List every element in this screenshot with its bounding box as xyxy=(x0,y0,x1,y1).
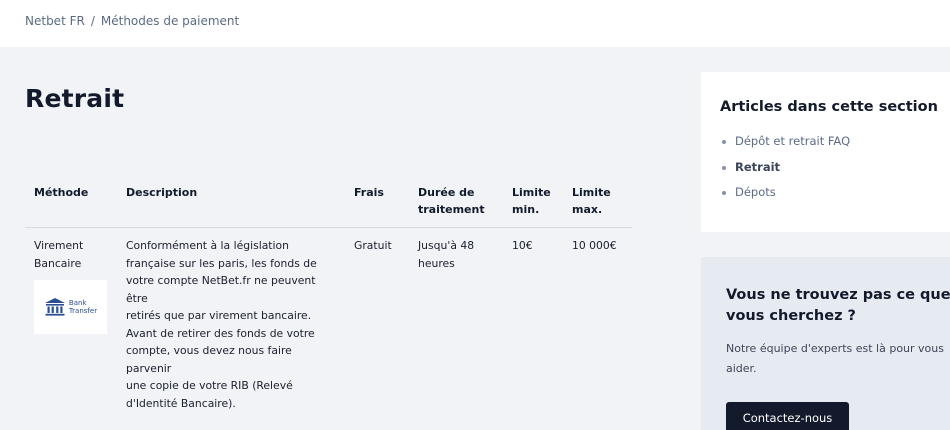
sidebar-item-depot-retrait-faq[interactable]: Dépôt et retrait FAQ xyxy=(722,134,850,160)
bank-icon xyxy=(44,298,65,316)
page-title: Retrait xyxy=(25,84,125,113)
bullet-icon xyxy=(722,191,726,195)
column-header-duration: Durée de traitement xyxy=(409,176,503,228)
cell-description: Conformément à la législation française … xyxy=(126,239,317,410)
bullet-icon xyxy=(722,140,726,144)
cell-min-limit: 10€ xyxy=(512,239,533,252)
section-articles-title: Articles dans cette section xyxy=(720,99,938,115)
cell-method: Virement Bancaire Bank Transfer xyxy=(25,228,117,422)
help-text: Notre équipe d'experts est là pour vous a… xyxy=(726,342,944,375)
bullet-icon xyxy=(722,165,726,170)
section-articles-list: Dépôt et retrait FAQ Retrait Dépots xyxy=(722,134,850,211)
cell-max-limit: 10 000€ xyxy=(572,239,617,252)
column-header-max-limit: Limite max. xyxy=(563,176,632,228)
column-header-min-limit: Limite min. xyxy=(503,176,563,228)
sidebar-item-label: Retrait xyxy=(735,159,781,174)
contact-us-button[interactable]: Contactez-nous xyxy=(726,402,849,430)
breadcrumb-current-link[interactable]: Méthodes de paiement xyxy=(101,14,239,28)
bank-transfer-logo: Bank Transfer xyxy=(34,280,107,334)
sidebar-item-depots[interactable]: Dépots xyxy=(722,185,850,211)
breadcrumb: Netbet FR / Méthodes de paiement xyxy=(25,14,239,28)
help-title: Vous ne trouvez pas ce que vous cherchez … xyxy=(726,287,950,324)
help-panel: Vous ne trouvez pas ce que vous cherchez … xyxy=(701,257,950,430)
column-header-description: Description xyxy=(117,176,345,228)
sidebar-item-retrait[interactable]: Retrait xyxy=(722,160,850,186)
payment-methods-table: Méthode Description Frais Durée de traite… xyxy=(25,176,632,421)
cell-fees: Gratuit xyxy=(354,239,392,252)
cell-duration: Jusqu'à 48 heures xyxy=(418,239,475,270)
table-header-row: Méthode Description Frais Durée de traite… xyxy=(25,176,632,228)
column-header-method: Méthode xyxy=(25,176,117,228)
sidebar-item-label: Dépots xyxy=(735,185,776,199)
table-row: Virement Bancaire Bank Transfer Conformé… xyxy=(25,228,632,422)
column-header-fees: Frais xyxy=(345,176,409,228)
bank-transfer-logo-text: Bank Transfer xyxy=(68,299,98,315)
breadcrumb-separator: / xyxy=(90,14,95,28)
sidebar-item-label: Dépôt et retrait FAQ xyxy=(735,134,851,148)
breadcrumb-home-link[interactable]: Netbet FR xyxy=(25,14,85,28)
section-articles-panel: Articles dans cette section Dépôt et ret… xyxy=(701,72,950,232)
top-bar: Netbet FR / Méthodes de paiement xyxy=(0,0,950,47)
